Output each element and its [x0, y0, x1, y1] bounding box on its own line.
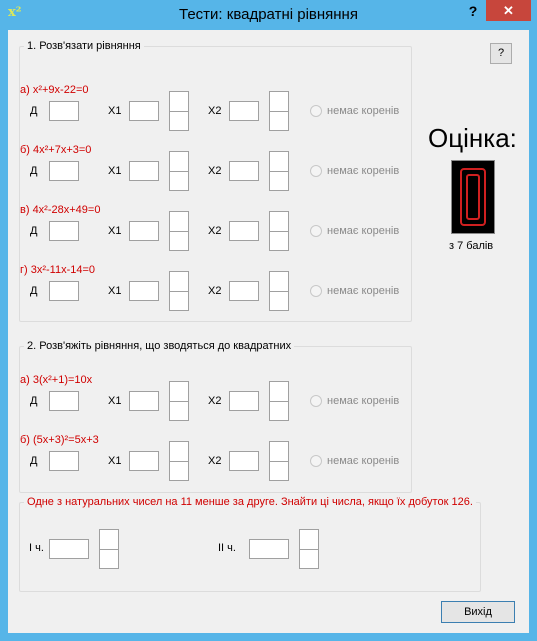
x1-input[interactable] — [129, 101, 159, 121]
x1-fraction[interactable] — [169, 211, 189, 251]
discriminant-input[interactable] — [49, 221, 79, 241]
no-roots-label: немає коренів — [327, 105, 400, 117]
x2-input[interactable] — [229, 451, 259, 471]
x2-fraction[interactable] — [269, 211, 289, 251]
equation-label: а) x²+9x-22=0 — [20, 84, 89, 96]
x2-label: X2 — [208, 165, 222, 177]
discriminant-input[interactable] — [49, 281, 79, 301]
discriminant-label: Д — [30, 105, 38, 117]
discriminant-label: Д — [30, 285, 38, 297]
close-icon: ✕ — [503, 3, 514, 18]
discriminant-label: Д — [30, 395, 38, 407]
x2-input[interactable] — [229, 391, 259, 411]
no-roots-radio[interactable] — [310, 395, 322, 407]
discriminant-label: Д — [30, 165, 38, 177]
help-button[interactable]: ? — [490, 43, 512, 64]
section3-problem: Одне з натуральних чисел на 11 менше за … — [27, 496, 473, 508]
x2-input[interactable] — [229, 221, 259, 241]
first-number-fraction[interactable] — [99, 529, 119, 569]
discriminant-input[interactable] — [49, 391, 79, 411]
x1-fraction[interactable] — [169, 91, 189, 131]
x2-label: X2 — [208, 225, 222, 237]
no-roots-radio[interactable] — [310, 165, 322, 177]
x2-fraction[interactable] — [269, 381, 289, 421]
window-title: Тести: квадратні рівняння — [179, 6, 358, 23]
x2-fraction[interactable] — [269, 91, 289, 131]
x1-fraction[interactable] — [169, 151, 189, 191]
no-roots-label: немає коренів — [327, 395, 400, 407]
second-number-label: ІІ ч. — [218, 542, 236, 554]
discriminant-input[interactable] — [49, 161, 79, 181]
first-number-label: І ч. — [29, 542, 44, 554]
window-client: 1. Розв'язати рівняння а) x²+9x-22=0 Д X1 X… — [8, 30, 529, 633]
x2-label: X2 — [208, 105, 222, 117]
discriminant-label: Д — [30, 455, 38, 467]
score-display: 0 — [451, 160, 495, 234]
x2-input[interactable] — [229, 281, 259, 301]
x1-label: X1 — [108, 395, 122, 407]
x1-fraction[interactable] — [169, 441, 189, 481]
score-caption: Оцінка: — [428, 123, 517, 153]
x2-label: X2 — [208, 395, 222, 407]
second-number-input[interactable] — [249, 539, 289, 559]
no-roots-label: немає коренів — [327, 455, 400, 467]
x1-input[interactable] — [129, 281, 159, 301]
no-roots-radio[interactable] — [310, 105, 322, 117]
section2-title: 2. Розв'яжіть рівняння, що зводяться до … — [27, 340, 292, 352]
x2-fraction[interactable] — [269, 271, 289, 311]
equation-label: б) (5x+3)²=5x+3 — [20, 434, 99, 446]
x1-label: X1 — [108, 285, 122, 297]
exit-button[interactable]: Вихід — [441, 601, 515, 623]
seven-segment-digit-icon — [460, 168, 486, 226]
discriminant-label: Д — [30, 225, 38, 237]
x1-fraction[interactable] — [169, 271, 189, 311]
section1-group: 1. Розв'язати рівняння — [19, 40, 412, 322]
no-roots-radio[interactable] — [310, 225, 322, 237]
discriminant-input[interactable] — [49, 101, 79, 121]
close-button[interactable]: ✕ — [486, 0, 531, 21]
equation-label: б) 4x²+7x+3=0 — [20, 144, 92, 156]
x2-label: X2 — [208, 455, 222, 467]
score-out-of: з 7 балів — [449, 240, 494, 252]
x2-fraction[interactable] — [269, 151, 289, 191]
section1-title: 1. Розв'язати рівняння — [27, 40, 141, 52]
x1-fraction[interactable] — [169, 381, 189, 421]
discriminant-input[interactable] — [49, 451, 79, 471]
x2-fraction[interactable] — [269, 441, 289, 481]
x1-input[interactable] — [129, 451, 159, 471]
no-roots-radio[interactable] — [310, 285, 322, 297]
equation-label: в) 4x²-28x+49=0 — [20, 204, 101, 216]
second-number-fraction[interactable] — [299, 529, 319, 569]
x2-input[interactable] — [229, 101, 259, 121]
first-number-input[interactable] — [49, 539, 89, 559]
x1-input[interactable] — [129, 221, 159, 241]
x2-label: X2 — [208, 285, 222, 297]
x1-input[interactable] — [129, 391, 159, 411]
x1-label: X1 — [108, 455, 122, 467]
equation-label: г) 3x²-11x-14=0 — [20, 264, 96, 276]
x2-input[interactable] — [229, 161, 259, 181]
no-roots-label: немає коренів — [327, 285, 400, 297]
x1-label: X1 — [108, 165, 122, 177]
no-roots-label: немає коренів — [327, 165, 400, 177]
equation-label: а) 3(x²+1)=10x — [20, 374, 93, 386]
title-help-button[interactable]: ? — [462, 3, 484, 21]
no-roots-radio[interactable] — [310, 455, 322, 467]
x1-label: X1 — [108, 225, 122, 237]
x1-label: X1 — [108, 105, 122, 117]
x1-input[interactable] — [129, 161, 159, 181]
no-roots-label: немає коренів — [327, 225, 400, 237]
